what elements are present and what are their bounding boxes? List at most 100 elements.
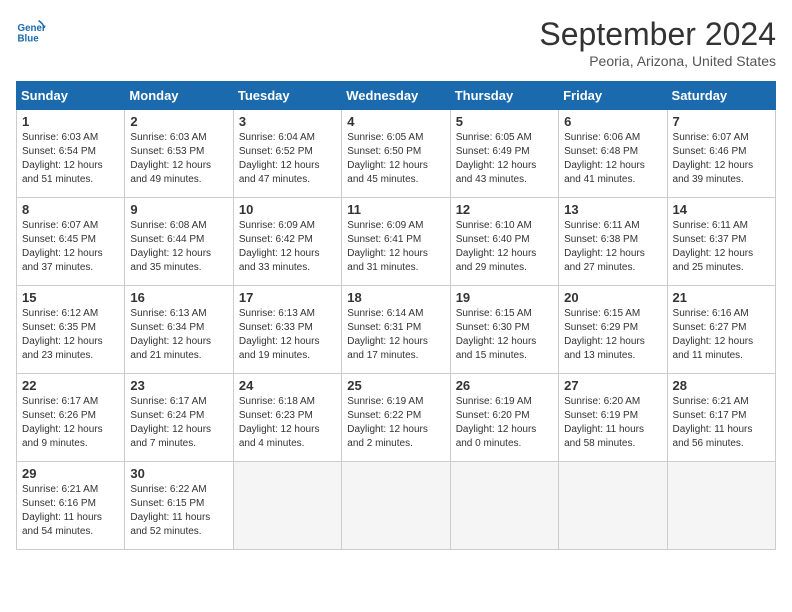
cell-info: Sunrise: 6:17 AM Sunset: 6:26 PM Dayligh… [22,395,119,451]
day-number: 5 [456,114,553,129]
cell-info: Sunrise: 6:12 AM Sunset: 6:35 PM Dayligh… [22,307,119,363]
cell-info: Sunrise: 6:22 AM Sunset: 6:15 PM Dayligh… [130,483,227,539]
calendar-week-0: 1 Sunrise: 6:03 AM Sunset: 6:54 PM Dayli… [17,110,776,198]
cell-info: Sunrise: 6:03 AM Sunset: 6:53 PM Dayligh… [130,131,227,187]
month-title: September 2024 [539,16,776,53]
empty-cell [559,462,667,550]
day-number: 15 [22,290,119,305]
day-cell-4: 4 Sunrise: 6:05 AM Sunset: 6:50 PM Dayli… [342,110,450,198]
cell-info: Sunrise: 6:03 AM Sunset: 6:54 PM Dayligh… [22,131,119,187]
day-cell-21: 21 Sunrise: 6:16 AM Sunset: 6:27 PM Dayl… [667,286,775,374]
cell-info: Sunrise: 6:11 AM Sunset: 6:37 PM Dayligh… [673,219,770,275]
col-tuesday: Tuesday [233,82,341,110]
cell-info: Sunrise: 6:09 AM Sunset: 6:41 PM Dayligh… [347,219,444,275]
col-wednesday: Wednesday [342,82,450,110]
empty-cell [233,462,341,550]
cell-info: Sunrise: 6:15 AM Sunset: 6:29 PM Dayligh… [564,307,661,363]
cell-info: Sunrise: 6:07 AM Sunset: 6:45 PM Dayligh… [22,219,119,275]
day-cell-3: 3 Sunrise: 6:04 AM Sunset: 6:52 PM Dayli… [233,110,341,198]
day-number: 29 [22,466,119,481]
day-cell-28: 28 Sunrise: 6:21 AM Sunset: 6:17 PM Dayl… [667,374,775,462]
cell-info: Sunrise: 6:21 AM Sunset: 6:16 PM Dayligh… [22,483,119,539]
cell-info: Sunrise: 6:18 AM Sunset: 6:23 PM Dayligh… [239,395,336,451]
empty-cell [667,462,775,550]
cell-info: Sunrise: 6:21 AM Sunset: 6:17 PM Dayligh… [673,395,770,451]
cell-info: Sunrise: 6:20 AM Sunset: 6:19 PM Dayligh… [564,395,661,451]
day-cell-1: 1 Sunrise: 6:03 AM Sunset: 6:54 PM Dayli… [17,110,125,198]
calendar-week-1: 8 Sunrise: 6:07 AM Sunset: 6:45 PM Dayli… [17,198,776,286]
day-cell-18: 18 Sunrise: 6:14 AM Sunset: 6:31 PM Dayl… [342,286,450,374]
day-cell-27: 27 Sunrise: 6:20 AM Sunset: 6:19 PM Dayl… [559,374,667,462]
day-cell-5: 5 Sunrise: 6:05 AM Sunset: 6:49 PM Dayli… [450,110,558,198]
day-cell-16: 16 Sunrise: 6:13 AM Sunset: 6:34 PM Dayl… [125,286,233,374]
day-cell-9: 9 Sunrise: 6:08 AM Sunset: 6:44 PM Dayli… [125,198,233,286]
cell-info: Sunrise: 6:08 AM Sunset: 6:44 PM Dayligh… [130,219,227,275]
day-cell-19: 19 Sunrise: 6:15 AM Sunset: 6:30 PM Dayl… [450,286,558,374]
page-header: General Blue September 2024 Peoria, Ariz… [16,16,776,69]
day-cell-11: 11 Sunrise: 6:09 AM Sunset: 6:41 PM Dayl… [342,198,450,286]
day-number: 28 [673,378,770,393]
calendar-week-4: 29 Sunrise: 6:21 AM Sunset: 6:16 PM Dayl… [17,462,776,550]
cell-info: Sunrise: 6:19 AM Sunset: 6:22 PM Dayligh… [347,395,444,451]
day-number: 12 [456,202,553,217]
day-cell-17: 17 Sunrise: 6:13 AM Sunset: 6:33 PM Dayl… [233,286,341,374]
col-thursday: Thursday [450,82,558,110]
logo: General Blue [16,16,46,46]
col-monday: Monday [125,82,233,110]
calendar-week-2: 15 Sunrise: 6:12 AM Sunset: 6:35 PM Dayl… [17,286,776,374]
cell-info: Sunrise: 6:10 AM Sunset: 6:40 PM Dayligh… [456,219,553,275]
day-number: 4 [347,114,444,129]
day-cell-2: 2 Sunrise: 6:03 AM Sunset: 6:53 PM Dayli… [125,110,233,198]
day-number: 24 [239,378,336,393]
day-number: 19 [456,290,553,305]
day-number: 3 [239,114,336,129]
day-number: 27 [564,378,661,393]
location: Peoria, Arizona, United States [539,53,776,69]
day-cell-12: 12 Sunrise: 6:10 AM Sunset: 6:40 PM Dayl… [450,198,558,286]
title-area: September 2024 Peoria, Arizona, United S… [539,16,776,69]
cell-info: Sunrise: 6:15 AM Sunset: 6:30 PM Dayligh… [456,307,553,363]
day-cell-23: 23 Sunrise: 6:17 AM Sunset: 6:24 PM Dayl… [125,374,233,462]
cell-info: Sunrise: 6:13 AM Sunset: 6:34 PM Dayligh… [130,307,227,363]
day-cell-8: 8 Sunrise: 6:07 AM Sunset: 6:45 PM Dayli… [17,198,125,286]
day-cell-29: 29 Sunrise: 6:21 AM Sunset: 6:16 PM Dayl… [17,462,125,550]
day-number: 6 [564,114,661,129]
day-number: 20 [564,290,661,305]
cell-info: Sunrise: 6:11 AM Sunset: 6:38 PM Dayligh… [564,219,661,275]
svg-text:General: General [18,23,47,34]
day-number: 16 [130,290,227,305]
day-number: 23 [130,378,227,393]
day-cell-24: 24 Sunrise: 6:18 AM Sunset: 6:23 PM Dayl… [233,374,341,462]
logo-icon: General Blue [16,16,46,46]
day-number: 26 [456,378,553,393]
day-number: 22 [22,378,119,393]
day-number: 9 [130,202,227,217]
cell-info: Sunrise: 6:17 AM Sunset: 6:24 PM Dayligh… [130,395,227,451]
day-cell-30: 30 Sunrise: 6:22 AM Sunset: 6:15 PM Dayl… [125,462,233,550]
calendar-week-3: 22 Sunrise: 6:17 AM Sunset: 6:26 PM Dayl… [17,374,776,462]
col-sunday: Sunday [17,82,125,110]
day-cell-20: 20 Sunrise: 6:15 AM Sunset: 6:29 PM Dayl… [559,286,667,374]
day-number: 10 [239,202,336,217]
day-number: 13 [564,202,661,217]
day-number: 1 [22,114,119,129]
header-row: Sunday Monday Tuesday Wednesday Thursday… [17,82,776,110]
cell-info: Sunrise: 6:04 AM Sunset: 6:52 PM Dayligh… [239,131,336,187]
day-cell-13: 13 Sunrise: 6:11 AM Sunset: 6:38 PM Dayl… [559,198,667,286]
day-number: 7 [673,114,770,129]
cell-info: Sunrise: 6:07 AM Sunset: 6:46 PM Dayligh… [673,131,770,187]
cell-info: Sunrise: 6:13 AM Sunset: 6:33 PM Dayligh… [239,307,336,363]
day-cell-6: 6 Sunrise: 6:06 AM Sunset: 6:48 PM Dayli… [559,110,667,198]
cell-info: Sunrise: 6:06 AM Sunset: 6:48 PM Dayligh… [564,131,661,187]
day-number: 17 [239,290,336,305]
day-cell-14: 14 Sunrise: 6:11 AM Sunset: 6:37 PM Dayl… [667,198,775,286]
day-cell-26: 26 Sunrise: 6:19 AM Sunset: 6:20 PM Dayl… [450,374,558,462]
day-number: 21 [673,290,770,305]
day-number: 30 [130,466,227,481]
col-saturday: Saturday [667,82,775,110]
day-number: 14 [673,202,770,217]
cell-info: Sunrise: 6:05 AM Sunset: 6:49 PM Dayligh… [456,131,553,187]
cell-info: Sunrise: 6:14 AM Sunset: 6:31 PM Dayligh… [347,307,444,363]
day-number: 25 [347,378,444,393]
day-number: 18 [347,290,444,305]
